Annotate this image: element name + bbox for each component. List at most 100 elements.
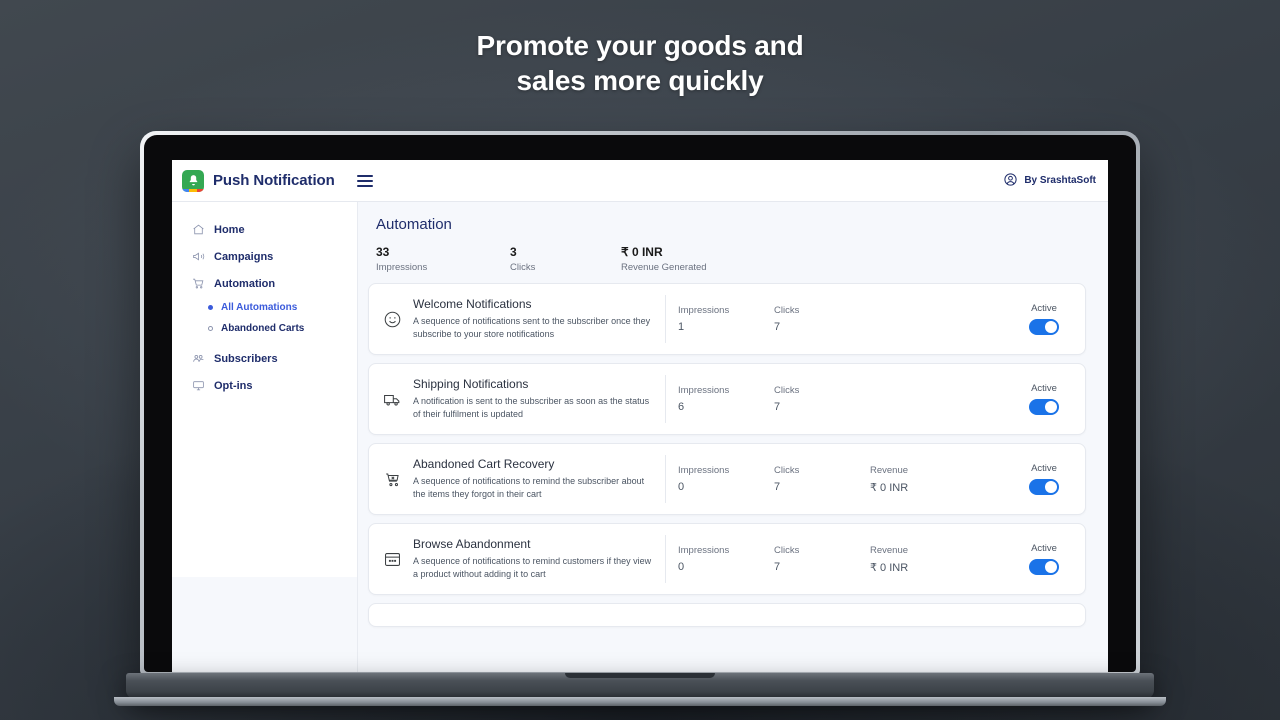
- metric-label: Impressions: [678, 305, 730, 316]
- automation-card[interactable]: Shipping Notifications A notification is…: [368, 363, 1086, 435]
- laptop-foot: [114, 697, 1166, 706]
- active-toggle[interactable]: [1029, 479, 1059, 495]
- sidebar-item-label: Opt-ins: [214, 379, 253, 392]
- metric-revenue: Revenue ₹ 0 INR: [870, 465, 908, 494]
- metric-label: Impressions: [678, 544, 730, 556]
- card-text: Welcome Notifications A sequence of noti…: [403, 297, 665, 341]
- main-content: Automation 33 Impressions 3 Clicks ₹ 0 I…: [358, 202, 1108, 672]
- active-toggle[interactable]: [1029, 559, 1059, 575]
- sidebar-item-label: Home: [214, 223, 245, 236]
- metric-value: ₹ 0 INR: [870, 481, 909, 494]
- toggle-label: Active: [1031, 303, 1057, 314]
- page-header: Automation 33 Impressions 3 Clicks ₹ 0 I…: [358, 202, 1108, 283]
- user-circle-icon: [1003, 172, 1018, 190]
- metric-value: ₹ 0 INR: [870, 561, 909, 574]
- stat-label: Revenue Generated: [621, 262, 707, 273]
- metric-value: 0: [678, 560, 685, 573]
- metric-value: 0: [678, 480, 685, 493]
- sidebar-item-label: Campaigns: [214, 250, 274, 263]
- sidebar-subitem-label: Abandoned Carts: [221, 323, 305, 334]
- sidebar-item-subscribers[interactable]: Subscribers: [172, 345, 357, 372]
- bell-icon: [182, 169, 204, 192]
- app-screen: Push Notification By SrashtaSoft Home Ca…: [172, 160, 1108, 672]
- automation-card[interactable]: Welcome Notifications A sequence of noti…: [368, 283, 1086, 355]
- sidebar-subitem-label: All Automations: [221, 302, 298, 313]
- sidebar-item-label: Automation: [214, 277, 276, 290]
- home-icon: [192, 223, 205, 236]
- automation-card-partial[interactable]: [368, 603, 1086, 627]
- active-toggle[interactable]: [1029, 319, 1059, 335]
- card-metrics: Impressions 0 Clicks 7 Revenue ₹ 0 INR: [666, 465, 1017, 494]
- metric-value: 7: [774, 321, 781, 333]
- sidebar-item-label: Subscribers: [214, 352, 278, 365]
- stat-label: Clicks: [510, 262, 536, 273]
- metric-label: Revenue: [870, 544, 909, 556]
- card-description: A sequence of notifications to remind cu…: [413, 555, 652, 579]
- card-text: Browse Abandonment A sequence of notific…: [403, 537, 665, 581]
- card-text: Shipping Notifications A notification is…: [403, 377, 665, 421]
- card-title: Welcome Notifications: [413, 296, 532, 311]
- card-toggle-area: Active: [1017, 543, 1071, 575]
- sidebar: Home Campaigns Automation All Automation…: [172, 202, 358, 672]
- toggle-label: Active: [1031, 543, 1057, 554]
- metric-label: Clicks: [774, 544, 800, 556]
- card-metrics: Impressions 1 Clicks 7: [666, 305, 1017, 333]
- metric-clicks: Clicks 7: [774, 305, 870, 333]
- stat-value: 3: [510, 245, 517, 259]
- headline-line-2: sales more quickly: [516, 65, 764, 97]
- card-title: Browse Abandonment: [413, 536, 531, 551]
- sidebar-item-abandoned-carts[interactable]: Abandoned Carts: [172, 318, 357, 339]
- metric-label: Clicks: [774, 305, 800, 316]
- smiley-face-icon: [381, 310, 403, 329]
- automation-card[interactable]: Browse Abandonment A sequence of notific…: [368, 523, 1086, 595]
- stat-revenue-generated: ₹ 0 INR Revenue Generated: [621, 245, 707, 273]
- metric-revenue: Revenue ₹ 0 INR: [870, 545, 908, 574]
- account-area[interactable]: By SrashtaSoft: [1003, 172, 1096, 190]
- card-toggle-area: Active: [1017, 383, 1071, 415]
- app-title: Push Notification: [213, 172, 335, 189]
- stats-row: 33 Impressions 3 Clicks ₹ 0 INR Revenue …: [376, 245, 1086, 273]
- metric-impressions: Impressions 0: [678, 545, 774, 574]
- sidebar-item-automation[interactable]: Automation: [172, 270, 357, 297]
- metric-value: 7: [774, 560, 781, 573]
- sidebar-item-all-automations[interactable]: All Automations: [172, 297, 357, 318]
- metric-impressions: Impressions 6: [678, 385, 774, 413]
- sidebar-item-campaigns[interactable]: Campaigns: [172, 243, 357, 270]
- users-icon: [192, 352, 205, 365]
- toggle-label: Active: [1031, 383, 1057, 394]
- card-text: Abandoned Cart Recovery A sequence of no…: [403, 457, 665, 501]
- sidebar-panel: Home Campaigns Automation All Automation…: [172, 202, 358, 577]
- metric-label: Revenue: [870, 464, 909, 476]
- laptop-base: [126, 673, 1154, 699]
- metric-label: Clicks: [774, 464, 800, 476]
- sidebar-item-opt-ins[interactable]: Opt-ins: [172, 372, 357, 399]
- storefront-window-icon: [381, 550, 403, 569]
- stat-impressions: 33 Impressions: [376, 245, 510, 273]
- metric-label: Clicks: [774, 385, 800, 396]
- stat-label: Impressions: [376, 262, 428, 273]
- hamburger-menu-icon[interactable]: [356, 174, 373, 187]
- automation-card[interactable]: Abandoned Cart Recovery A sequence of no…: [368, 443, 1086, 515]
- app-body: Home Campaigns Automation All Automation…: [172, 202, 1108, 672]
- metric-impressions: Impressions 0: [678, 465, 774, 494]
- card-toggle-area: Active: [1017, 303, 1071, 335]
- bullet-icon: [208, 326, 213, 331]
- automation-card-list: Welcome Notifications A sequence of noti…: [358, 283, 1108, 627]
- toggle-label: Active: [1031, 463, 1057, 474]
- headline-line-1: Promote your goods and: [476, 30, 804, 61]
- metric-value: 7: [774, 480, 781, 493]
- metric-clicks: Clicks 7: [774, 465, 870, 494]
- card-description: A notification is sent to the subscriber…: [413, 395, 650, 419]
- sidebar-item-home[interactable]: Home: [172, 216, 357, 243]
- shopping-cart-icon: [192, 277, 205, 290]
- laptop-mockup: Push Notification By SrashtaSoft Home Ca…: [114, 131, 1166, 706]
- card-title: Abandoned Cart Recovery: [413, 456, 555, 471]
- metric-label: Impressions: [678, 385, 730, 396]
- metric-clicks: Clicks 7: [774, 385, 870, 413]
- logo-color-dots: [182, 188, 204, 192]
- card-metrics: Impressions 6 Clicks 7: [666, 385, 1017, 413]
- active-toggle[interactable]: [1029, 399, 1059, 415]
- delivery-truck-icon: [381, 390, 403, 409]
- stat-value: ₹ 0 INR: [621, 245, 663, 259]
- stat-value: 33: [376, 245, 390, 259]
